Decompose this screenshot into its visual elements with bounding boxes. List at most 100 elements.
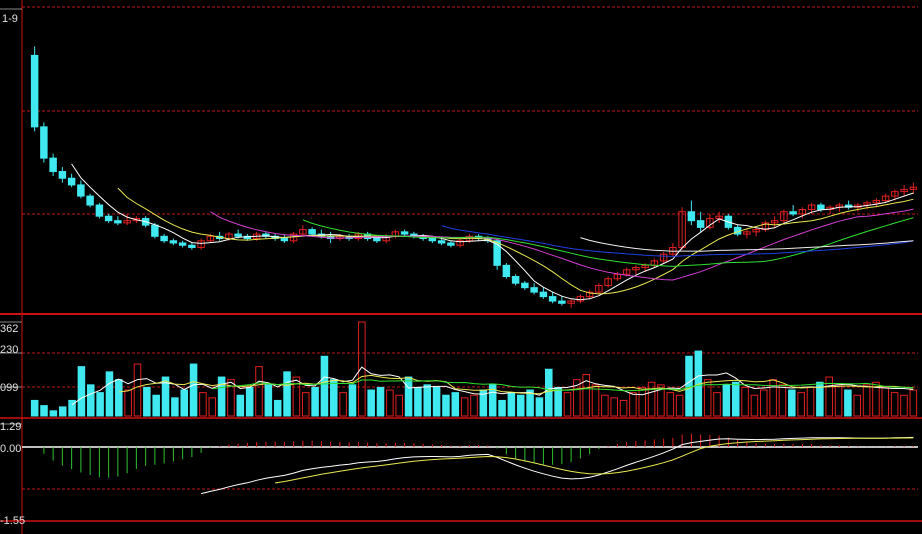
volume-bar xyxy=(862,384,871,417)
candle-body xyxy=(447,242,455,246)
candle-body xyxy=(511,276,520,284)
candle-body xyxy=(104,215,113,222)
volume-bar xyxy=(442,394,450,417)
volume-bar xyxy=(853,394,862,417)
volume-bar xyxy=(236,394,245,417)
macd-panel xyxy=(22,433,918,495)
volume-bar xyxy=(741,386,749,417)
volume-bar xyxy=(273,399,282,417)
volume-bar xyxy=(890,392,899,417)
volume-bar xyxy=(666,392,675,417)
volume-bar xyxy=(825,376,833,417)
candle-body xyxy=(502,264,511,278)
candle-body xyxy=(77,184,85,197)
candle-body xyxy=(58,171,67,179)
volume-bar xyxy=(86,384,95,417)
ma30-line xyxy=(302,217,914,267)
stock-chart: 1-9 362 230 099 1.29 0.00 -1.55 xyxy=(0,0,922,534)
candle-body xyxy=(437,240,446,244)
volume-bar xyxy=(143,386,151,417)
volume-bar xyxy=(545,368,553,417)
volume-bar xyxy=(638,386,647,417)
volume-bar xyxy=(788,389,796,417)
volume-bar xyxy=(301,392,310,417)
volume-panel xyxy=(30,321,918,417)
volume-bar xyxy=(30,399,39,417)
volume-bar xyxy=(470,394,478,417)
volume-bar xyxy=(778,384,787,417)
volume-bar xyxy=(423,384,432,417)
ma20-line xyxy=(210,208,914,281)
volume-bar xyxy=(255,366,263,417)
volume-label-3: 099 xyxy=(0,382,18,394)
candle-body xyxy=(234,233,242,237)
volume-bar xyxy=(311,386,319,417)
candle-body xyxy=(530,287,538,293)
volume-bar xyxy=(115,379,123,417)
price-panel xyxy=(30,46,918,308)
candle-body xyxy=(373,238,381,242)
volume-bar xyxy=(432,386,441,417)
volume-bar xyxy=(797,392,805,417)
volume-bar xyxy=(460,397,469,417)
volume-bar xyxy=(105,371,114,417)
volume-bar xyxy=(124,389,132,417)
candle-body xyxy=(696,220,705,228)
volume-bar xyxy=(554,386,562,417)
volume-bar xyxy=(77,366,86,417)
volume-bar xyxy=(348,384,357,417)
volume-bar xyxy=(498,399,506,417)
volume-bar xyxy=(414,386,422,417)
volume-bar xyxy=(404,376,413,417)
candle-body xyxy=(789,211,797,215)
volume-bar xyxy=(264,384,273,417)
volume-bar xyxy=(339,392,347,417)
volume-bar xyxy=(844,389,852,417)
volume-label-1: 362 xyxy=(0,323,18,335)
volume-label-2: 230 xyxy=(0,344,18,356)
volume-bar xyxy=(283,371,291,417)
volume-bar xyxy=(395,394,403,417)
volume-bar xyxy=(245,386,254,417)
volume-bar xyxy=(217,376,226,417)
candle-body xyxy=(558,300,566,304)
macd-top-label: 1.29 xyxy=(0,421,21,433)
volume-bar xyxy=(629,392,637,417)
volume-bar xyxy=(386,389,394,417)
volume-bar xyxy=(806,386,815,417)
grid-lines xyxy=(0,0,922,534)
volume-bar xyxy=(900,394,908,417)
macd-zero-label: 0.00 xyxy=(0,443,21,455)
axis-labels: 1-9 362 230 099 1.29 0.00 -1.55 xyxy=(0,13,25,527)
volume-bar xyxy=(376,386,385,417)
volume-bar xyxy=(189,363,198,417)
volume-bar xyxy=(713,392,721,417)
candle-body xyxy=(521,282,529,289)
candle-body xyxy=(95,204,104,217)
candle-body xyxy=(67,177,76,186)
volume-bar xyxy=(96,392,104,417)
candle-body xyxy=(548,296,557,302)
volume-bar xyxy=(516,394,525,417)
volume-bar xyxy=(722,384,731,417)
candle-body xyxy=(400,231,409,235)
volume-bar xyxy=(320,355,329,417)
candle-body xyxy=(188,244,196,248)
candle-body xyxy=(178,242,187,246)
volume-bar xyxy=(731,381,740,417)
volume-bar xyxy=(367,389,375,417)
volume-bar xyxy=(199,392,207,417)
volume-bar xyxy=(909,389,918,417)
candle-body xyxy=(114,220,122,224)
candle-body xyxy=(308,229,316,235)
volume-bar xyxy=(759,389,768,417)
volume-bar xyxy=(180,389,189,417)
candle-body xyxy=(40,126,48,159)
candle-body xyxy=(86,195,94,206)
candle-body xyxy=(160,235,168,242)
volume-bar xyxy=(507,392,516,417)
candle-body xyxy=(30,54,39,128)
volume-bar xyxy=(171,397,179,417)
candle-body xyxy=(169,240,178,244)
volume-bar xyxy=(133,363,142,417)
